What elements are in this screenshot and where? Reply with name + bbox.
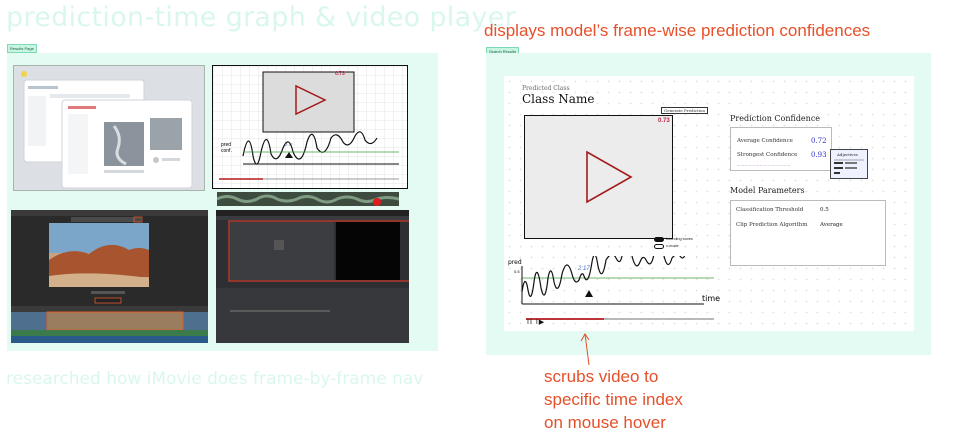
predicted-class-label: Predicted Class	[522, 85, 570, 92]
imovie-screenshot	[11, 210, 208, 343]
average-confidence-value[interactable]: 0.72	[811, 137, 827, 145]
results-page-frame-tag: Results Page	[7, 44, 37, 53]
video-editor-screenshot	[216, 210, 409, 343]
sketch-scrub-time: 2:17	[285, 142, 293, 147]
model-parameters-card: Classification Threshold 0.5 Clip Predic…	[730, 200, 886, 266]
x-mode-toggle[interactable]: x-mode	[654, 243, 693, 250]
overlay-toggles: bounding boxes x-mode	[654, 236, 693, 250]
scrub-time-readout: 2:17	[578, 266, 590, 272]
annotation-arrow-icon	[580, 333, 590, 366]
prediction-confidence-heading: Prediction Confidence	[730, 114, 821, 123]
right-board: Predicted Class Class Name Generate Pred…	[486, 53, 931, 355]
threshold-value[interactable]: 0.5	[820, 207, 829, 213]
frame-confidence-value: 0.73	[658, 118, 670, 124]
left-board-caption: researched how iMovie does frame-by-fram…	[6, 369, 424, 389]
bounding-boxes-toggle[interactable]: bounding boxes	[654, 236, 693, 243]
sketch-confidence-value: 0.73	[335, 71, 345, 77]
class-name: Class Name	[522, 92, 595, 106]
waveform-strip	[217, 192, 399, 206]
prediction-time-graph[interactable]	[504, 256, 724, 326]
annotation-caption: scrubs video to specific time index on m…	[544, 367, 683, 432]
prediction-confidence-card: Average Confidence 0.72 Strongest Confid…	[730, 127, 832, 171]
generate-prediction-note[interactable]: Generate Prediction	[661, 107, 708, 114]
toggle-switch-icon	[654, 236, 664, 242]
sketch-wireframe: 0.73 pred conf. 2:17	[212, 65, 408, 189]
sketch-y-label: pred conf.	[221, 142, 232, 154]
ui-mockup-screenshot	[13, 65, 205, 191]
toggle-switch-icon	[654, 243, 664, 249]
confidence-tooltip: Adjectives	[830, 149, 868, 179]
algorithm-value[interactable]: Average	[820, 222, 843, 228]
graph-y-label: pred	[508, 259, 522, 266]
confidence-footnote: — — — — — — — — — — — — — —	[737, 163, 790, 167]
strongest-confidence-value[interactable]: 0.93	[811, 151, 827, 159]
threshold-label: Classification Threshold	[736, 207, 804, 213]
left-board-title: prediction-time graph & video player	[6, 2, 517, 33]
threshold-tick-label: 0.5	[514, 269, 520, 274]
right-board-title: displays model’s frame-wise prediction c…	[484, 21, 871, 40]
left-board: 0.73 pred conf. 2:17	[7, 53, 438, 351]
video-player[interactable]	[524, 115, 673, 239]
model-parameters-heading: Model Parameters	[730, 186, 805, 195]
graph-x-label: time	[702, 294, 721, 303]
average-confidence-label: Average Confidence	[737, 138, 793, 144]
playback-controls[interactable]: II I▶	[527, 318, 545, 326]
results-panel: Predicted Class Class Name Generate Pred…	[504, 76, 914, 331]
algorithm-label: Clip Prediction Algorithm	[736, 222, 808, 228]
confidence-curve	[521, 256, 698, 297]
cursor-icon	[585, 290, 593, 297]
strongest-confidence-label: Strongest Confidence	[737, 152, 798, 158]
